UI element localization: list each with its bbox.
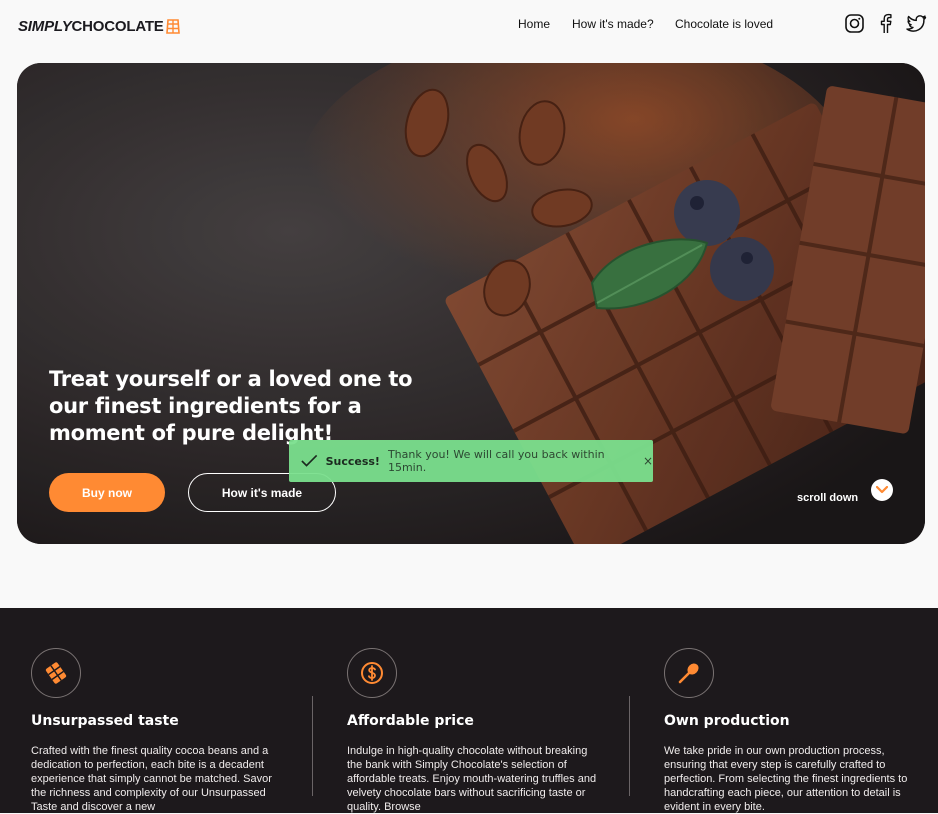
check-icon — [301, 454, 318, 467]
feature-own-production: Own production We take pride in our own … — [664, 648, 914, 814]
divider — [312, 696, 313, 796]
features-section: Unsurpassed taste Crafted with the fines… — [0, 608, 938, 813]
toast-title: Success! — [325, 454, 380, 468]
nav-chocolate-is-loved[interactable]: Chocolate is loved — [675, 17, 773, 31]
nav-home[interactable]: Home — [518, 17, 550, 31]
feature-text: Indulge in high-quality chocolate withou… — [347, 745, 597, 813]
buy-now-button[interactable]: Buy now — [49, 473, 165, 512]
dollar-coin-icon — [347, 648, 397, 698]
nav-how-its-made[interactable]: How it's made? — [572, 17, 654, 31]
close-icon[interactable]: × — [643, 454, 653, 468]
feature-title: Own production — [664, 713, 790, 729]
instagram-icon[interactable] — [844, 13, 865, 34]
scroll-down-label[interactable]: scroll down — [797, 492, 858, 504]
logo[interactable]: SIMPLY CHOCOLATE — [18, 16, 180, 36]
social-links — [844, 13, 927, 34]
spoon-icon — [664, 648, 714, 698]
chevron-down-icon[interactable] — [871, 479, 893, 501]
feature-title: Affordable price — [347, 713, 474, 729]
divider — [629, 696, 630, 796]
logo-simply: SIMPLY — [18, 17, 72, 35]
site-header: SIMPLY CHOCOLATE Home How it's made? Choc… — [0, 0, 938, 50]
success-toast: Success! Thank you! We will call you bac… — [289, 440, 653, 482]
feature-affordable-price: Affordable price Indulge in high-quality… — [347, 648, 597, 814]
feature-text: Crafted with the finest quality cocoa be… — [31, 745, 272, 813]
hero-headline: Treat yourself or a loved one to our fin… — [49, 367, 413, 445]
feature-text: We take pride in our own production proc… — [664, 745, 908, 813]
logo-chocolate: CHOCOLATE — [71, 17, 164, 35]
logo-chocolate-icon — [165, 18, 180, 34]
feature-unsurpassed-taste: Unsurpassed taste Crafted with the fines… — [31, 648, 281, 814]
twitter-icon[interactable] — [906, 13, 927, 34]
facebook-icon[interactable] — [875, 13, 896, 34]
toast-message: Thank you! We will call you back within … — [387, 448, 605, 474]
chocolate-bar-icon — [31, 648, 81, 698]
feature-title: Unsurpassed taste — [31, 713, 179, 729]
